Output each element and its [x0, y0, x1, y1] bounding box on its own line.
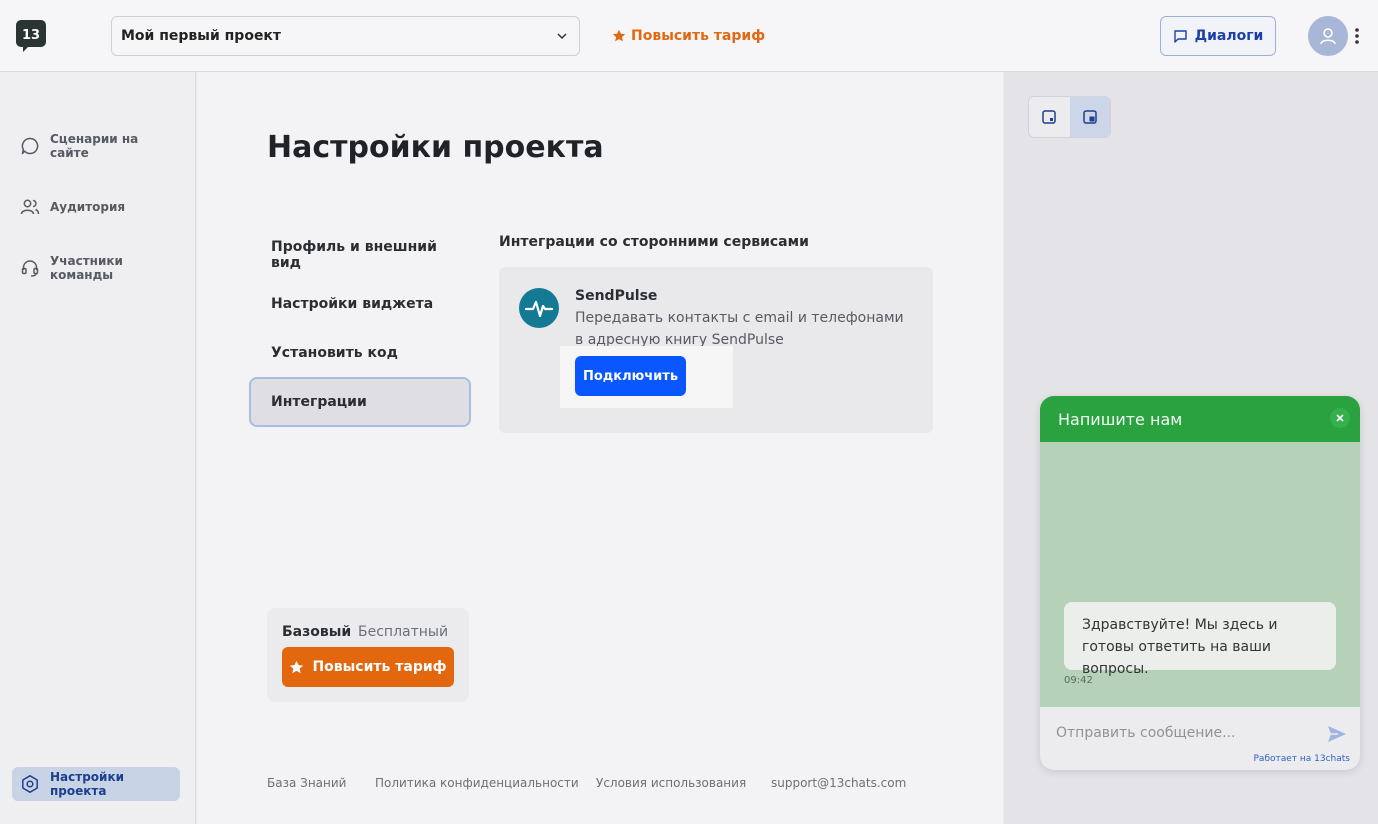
- section-title: Интеграции со сторонними сервисами: [499, 234, 809, 250]
- view-large-button[interactable]: [1069, 97, 1110, 137]
- message-input-area[interactable]: Отправить сообщение... Работает на 13cha…: [1040, 707, 1360, 770]
- users-icon: [20, 199, 40, 215]
- footer-link-knowledge-base[interactable]: База Знаний: [267, 776, 346, 790]
- top-header: 13 Мой первый проект Повысить тариф Диал…: [0, 0, 1378, 72]
- settings-nav-install-code[interactable]: Установить код: [249, 328, 471, 378]
- more-vertical-icon[interactable]: [1351, 26, 1363, 46]
- star-icon: [612, 29, 626, 42]
- integration-name: SendPulse: [575, 288, 658, 304]
- footer-link-terms[interactable]: Условия использования: [596, 776, 746, 790]
- star-icon: [290, 660, 304, 673]
- avatar[interactable]: [1308, 16, 1348, 56]
- chevron-down-icon: [557, 33, 567, 40]
- sidebar-item-label: Аудитория: [50, 200, 126, 214]
- svg-text:13: 13: [22, 28, 40, 43]
- plan-type: Бесплатный: [358, 624, 449, 640]
- upgrade-plan-label: Повысить тариф: [631, 28, 766, 44]
- integration-description: Передавать контакты с email и телефонами…: [575, 310, 904, 348]
- greeting-message: Здравствуйте! Мы здесь и готовы ответить…: [1064, 602, 1336, 677]
- sidebar-item-project-settings[interactable]: Настройки проекта: [12, 767, 180, 801]
- plan-upgrade-label: Повысить тариф: [312, 659, 447, 675]
- settings-nav-integrations[interactable]: Интеграции: [249, 377, 471, 427]
- powered-by-link[interactable]: Работает на 13chats: [1254, 754, 1351, 764]
- layout-corner-large-icon: [1083, 110, 1097, 124]
- page-title: Настройки проекта: [267, 130, 604, 165]
- sidebar: Сценарии на сайте Аудитория Участники ко…: [0, 72, 196, 824]
- view-small-button[interactable]: [1029, 97, 1070, 137]
- chat-widget-header: Напишите нам: [1040, 396, 1360, 442]
- sendpulse-logo-icon: [519, 288, 559, 328]
- footer-link-support-email[interactable]: support@13chats.com: [771, 776, 906, 790]
- headset-icon: [21, 260, 39, 277]
- plan-upgrade-button[interactable]: Повысить тариф: [282, 647, 454, 687]
- main-content: Настройки проекта Профиль и внешний вид …: [197, 72, 1003, 824]
- project-select[interactable]: Мой первый проект: [111, 16, 580, 56]
- layout-corner-small-icon: [1042, 110, 1056, 124]
- message-time: 09:42: [1064, 675, 1093, 686]
- dialogs-button[interactable]: Диалоги: [1160, 16, 1276, 56]
- settings-nav-widget[interactable]: Настройки виджета: [249, 279, 471, 329]
- connect-button[interactable]: Подключить: [575, 356, 686, 396]
- message-square-icon: [1173, 29, 1187, 43]
- sidebar-item-scenarios[interactable]: Сценарии на сайте: [12, 129, 180, 163]
- logo-icon[interactable]: 13: [16, 20, 46, 52]
- close-icon: [1336, 414, 1344, 422]
- view-toggle: [1028, 96, 1111, 138]
- chat-widget-close-button[interactable]: [1330, 408, 1350, 428]
- project-select-label: Мой первый проект: [121, 28, 282, 44]
- sidebar-item-label: Настройки проекта: [50, 770, 125, 798]
- footer-link-privacy[interactable]: Политика конфиденциальности: [375, 776, 579, 790]
- plan-name: Базовый: [282, 624, 352, 640]
- chat-widget-title: Напишите нам: [1058, 409, 1183, 429]
- upgrade-plan-link[interactable]: Повысить тариф: [612, 26, 765, 46]
- dialogs-button-label: Диалоги: [1194, 28, 1264, 44]
- user-icon: [1320, 28, 1336, 45]
- plan-box: Базовый Бесплатный Повысить тариф: [267, 608, 469, 702]
- sidebar-item-label: Сценарии на сайте: [50, 132, 139, 160]
- sidebar-item-team[interactable]: Участники команды: [12, 251, 180, 285]
- chat-bubble-icon: [21, 137, 39, 155]
- settings-nav-profile[interactable]: Профиль и внешний вид: [249, 230, 471, 280]
- sidebar-item-label: Участники команды: [50, 254, 123, 282]
- sidebar-item-audience[interactable]: Аудитория: [12, 190, 180, 224]
- message-input[interactable]: Отправить сообщение...: [1056, 725, 1235, 741]
- send-icon[interactable]: [1326, 723, 1348, 745]
- hexagon-settings-icon: [22, 775, 38, 793]
- chat-widget: Напишите нам Здравствуйте! Мы здесь и го…: [1040, 396, 1360, 770]
- widget-preview-pane: Напишите нам Здравствуйте! Мы здесь и го…: [1004, 72, 1378, 824]
